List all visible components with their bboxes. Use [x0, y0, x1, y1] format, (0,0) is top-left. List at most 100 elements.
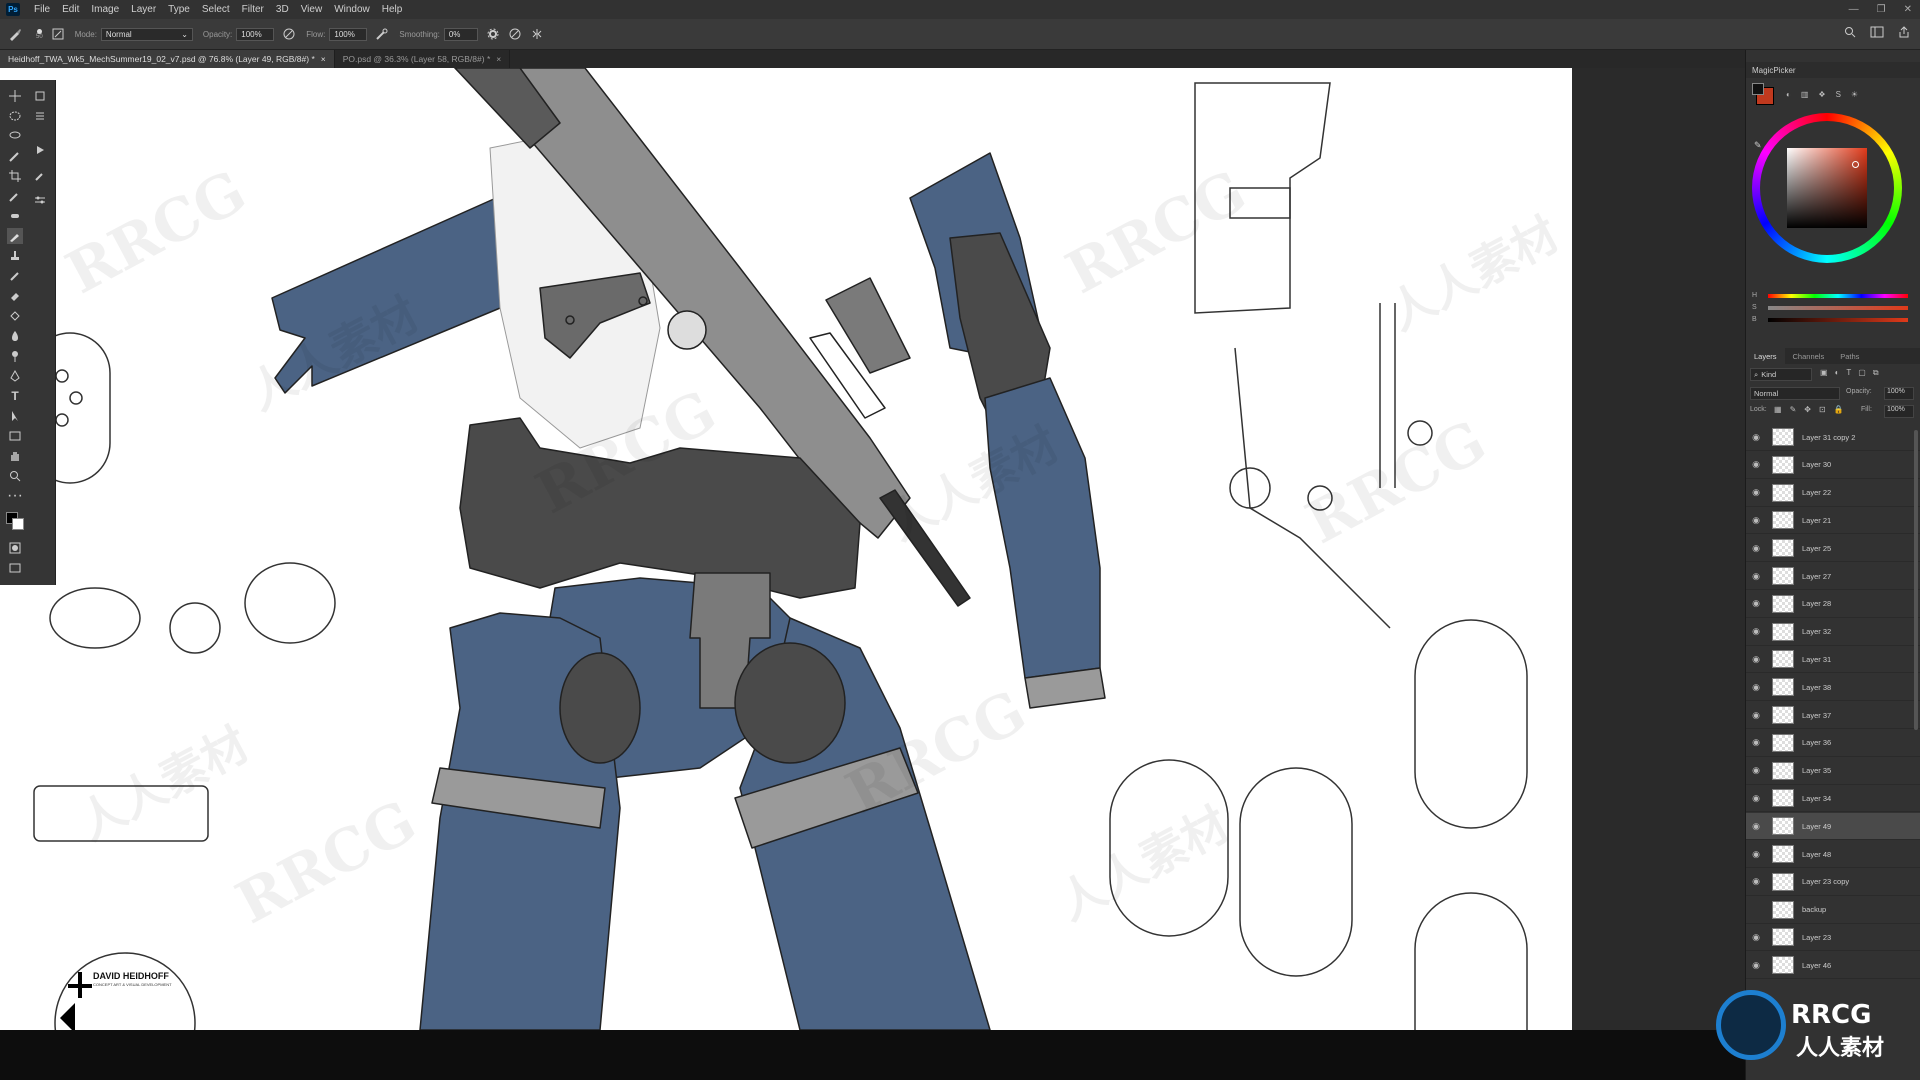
- visibility-eye-icon[interactable]: ◉: [1746, 571, 1766, 582]
- layer-row[interactable]: ◉ Layer 32: [1746, 619, 1920, 646]
- color-cursor[interactable]: [1852, 161, 1859, 168]
- move-tool-icon[interactable]: [7, 88, 23, 104]
- artboard-icon[interactable]: [32, 88, 48, 104]
- menu-type[interactable]: Type: [162, 4, 196, 15]
- swatches-icon[interactable]: ▥: [1801, 90, 1809, 99]
- flow-field[interactable]: 100%: [329, 27, 368, 41]
- tab-layers[interactable]: Layers: [1746, 348, 1785, 364]
- layer-row[interactable]: ◉ Layer 27: [1746, 563, 1920, 590]
- adjustment-filter-icon[interactable]: ◐: [1835, 368, 1840, 378]
- layer-opacity-field[interactable]: 100%: [1884, 387, 1914, 400]
- sun-icon[interactable]: ☀: [1851, 90, 1858, 99]
- screen-mode-icon[interactable]: [7, 560, 23, 576]
- quick-mask-icon[interactable]: [7, 540, 23, 556]
- hue-wheel[interactable]: [1752, 113, 1902, 263]
- smart-object-filter-icon[interactable]: ⧉: [1873, 368, 1879, 378]
- layers-scrollbar[interactable]: [1914, 430, 1918, 730]
- color-mode-icon[interactable]: ◐: [1786, 90, 1791, 99]
- magic-wand-tool-icon[interactable]: [7, 148, 23, 164]
- layer-row[interactable]: ◉ Layer 49: [1746, 813, 1920, 841]
- clone-stamp-tool-icon[interactable]: [7, 248, 23, 264]
- layer-row[interactable]: ◉ Layer 31 copy 2: [1746, 424, 1920, 451]
- layer-row[interactable]: ◉ Layer 22: [1746, 480, 1920, 507]
- zoom-tool-icon[interactable]: [7, 468, 23, 484]
- visibility-eye-icon[interactable]: ◉: [1746, 765, 1766, 776]
- settings-sliders-icon[interactable]: [32, 192, 48, 208]
- smoothing-field[interactable]: 0%: [443, 27, 478, 41]
- close-icon[interactable]: ✕: [1904, 4, 1912, 15]
- menu-select[interactable]: Select: [196, 4, 236, 15]
- brush-tool-icon[interactable]: [7, 228, 23, 244]
- blur-tool-icon[interactable]: [7, 328, 23, 344]
- visibility-eye-icon[interactable]: ◉: [1746, 598, 1766, 609]
- lock-position-icon[interactable]: ✥: [1804, 405, 1811, 414]
- menu-layer[interactable]: Layer: [125, 4, 162, 15]
- shape-tool-icon[interactable]: [7, 428, 23, 444]
- visibility-eye-icon[interactable]: ◉: [1746, 960, 1766, 971]
- eyedropper-tool-icon[interactable]: [7, 188, 23, 204]
- menu-3d[interactable]: 3D: [270, 4, 295, 15]
- brightness-slider[interactable]: [1768, 318, 1908, 322]
- blend-mode-select[interactable]: Normal: [1750, 387, 1840, 400]
- symmetry-icon[interactable]: [530, 27, 544, 41]
- pressure-size-icon[interactable]: [508, 27, 522, 41]
- pen-tool-icon[interactable]: [7, 368, 23, 384]
- brush-tool-preset-icon[interactable]: [8, 27, 22, 41]
- visibility-eye-icon[interactable]: ◉: [1746, 932, 1766, 943]
- brush-panel-icon[interactable]: [32, 168, 48, 184]
- visibility-eye-icon[interactable]: ◉: [1746, 876, 1766, 887]
- menu-view[interactable]: View: [295, 4, 329, 15]
- lock-transparent-icon[interactable]: ▦: [1774, 405, 1782, 414]
- workspace-icon[interactable]: [1870, 26, 1884, 40]
- shape-filter-icon[interactable]: ▢: [1858, 368, 1866, 378]
- visibility-eye-icon[interactable]: ◉: [1746, 821, 1766, 832]
- tab-paths[interactable]: Paths: [1832, 348, 1867, 364]
- background-color-swatch[interactable]: [1752, 83, 1764, 95]
- layer-row[interactable]: ◉ Layer 34: [1746, 785, 1920, 813]
- layer-row[interactable]: ◉ Layer 37: [1746, 702, 1920, 729]
- minimize-icon[interactable]: —: [1849, 4, 1859, 15]
- visibility-eye-icon[interactable]: ◉: [1746, 626, 1766, 637]
- more-tools-icon[interactable]: ···: [7, 487, 23, 504]
- pixel-filter-icon[interactable]: ▣: [1820, 368, 1828, 378]
- lock-artboard-icon[interactable]: ⊡: [1819, 405, 1826, 414]
- canvas[interactable]: DAVID HEIDHOFF CONCEPT ART & VISUAL DEVE…: [0, 68, 1572, 1030]
- visibility-eye-icon[interactable]: ◉: [1746, 737, 1766, 748]
- menu-file[interactable]: File: [28, 4, 56, 15]
- opacity-field[interactable]: 100%: [236, 27, 275, 41]
- tab-channels[interactable]: Channels: [1785, 348, 1833, 364]
- hue-slider[interactable]: [1768, 294, 1908, 298]
- layer-row[interactable]: ◉ Layer 23: [1746, 924, 1920, 952]
- type-tool-icon[interactable]: T: [7, 388, 23, 404]
- layer-row[interactable]: ◉ Layer 25: [1746, 535, 1920, 563]
- menu-filter[interactable]: Filter: [236, 4, 270, 15]
- eraser-tool-icon[interactable]: [7, 288, 23, 304]
- lasso-tool-icon[interactable]: [7, 128, 23, 144]
- brush-settings-icon[interactable]: [51, 27, 65, 41]
- layer-row[interactable]: ◉ Layer 35: [1746, 758, 1920, 785]
- layer-row[interactable]: ◉ Layer 31: [1746, 646, 1920, 674]
- visibility-eye-icon[interactable]: ◉: [1746, 793, 1766, 804]
- layer-row[interactable]: backup: [1746, 897, 1920, 924]
- visibility-eye-icon[interactable]: ◉: [1746, 849, 1766, 860]
- search-icon[interactable]: [1844, 26, 1856, 40]
- share-icon[interactable]: [1898, 26, 1910, 40]
- play-icon[interactable]: [32, 142, 48, 158]
- visibility-eye-icon[interactable]: ◉: [1746, 432, 1766, 443]
- type-filter-icon[interactable]: T: [1846, 368, 1851, 378]
- tab-po[interactable]: PO.psd @ 36.3% (Layer 58, RGB/8#) * ×: [335, 50, 511, 68]
- layer-row[interactable]: ◉ Layer 38: [1746, 674, 1920, 702]
- airbrush-icon[interactable]: [375, 27, 389, 41]
- history-brush-tool-icon[interactable]: [7, 268, 23, 284]
- pressure-opacity-icon[interactable]: [282, 27, 296, 41]
- visibility-eye-icon[interactable]: ◉: [1746, 710, 1766, 721]
- layer-row[interactable]: ◉ Layer 30: [1746, 452, 1920, 479]
- lock-all-icon[interactable]: 🔒: [1834, 405, 1844, 414]
- marquee-tool-icon[interactable]: [7, 108, 23, 124]
- menu-window[interactable]: Window: [328, 4, 376, 15]
- dodge-tool-icon[interactable]: [7, 348, 23, 364]
- adjust-icon[interactable]: [32, 108, 48, 124]
- s-mode-icon[interactable]: S: [1836, 90, 1841, 99]
- saturation-brightness-square[interactable]: [1787, 148, 1867, 228]
- close-tab-icon[interactable]: ×: [496, 54, 501, 64]
